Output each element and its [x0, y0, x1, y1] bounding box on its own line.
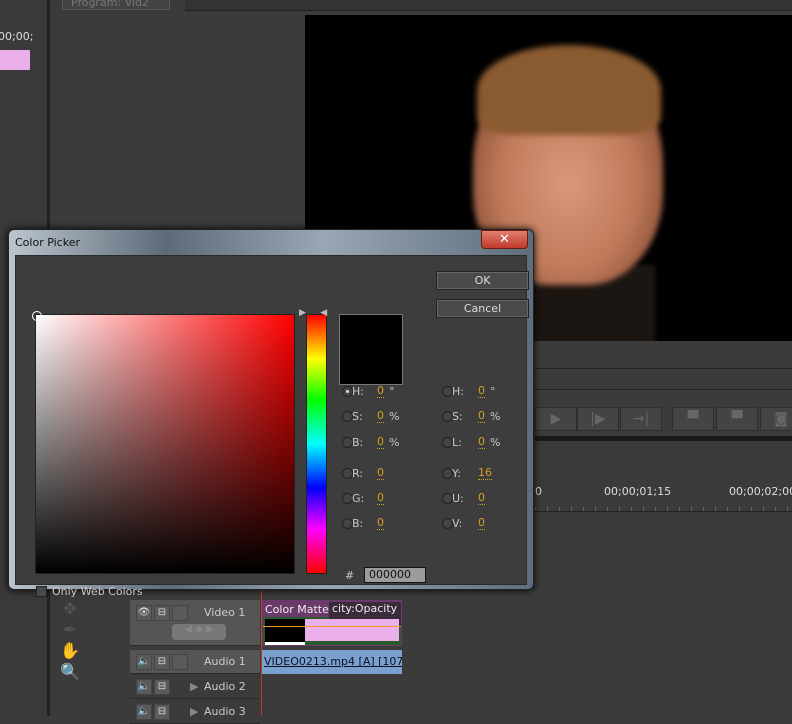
sync-lock-icon[interactable]: ⊟: [154, 704, 170, 720]
color-picker-dialog: Color Picker ✕ ▶ ◀ OK Cancel H: 0 ° S: 0% B: 0…: [8, 229, 534, 598]
track-audio-2[interactable]: 🔈 ⊟ ▶ Audio 2: [130, 675, 260, 699]
keyframe-nav[interactable]: ◀ ◆ ▶: [172, 624, 226, 640]
time-ruler[interactable]: [535, 500, 792, 512]
expand-icon[interactable]: ▶: [190, 680, 198, 693]
left-timecode[interactable]: 00;00;: [0, 30, 33, 43]
field-value[interactable]: 16: [478, 467, 492, 480]
field-value[interactable]: 0: [377, 467, 384, 480]
speaker-icon[interactable]: 🔈: [136, 654, 152, 670]
field-unit: °: [490, 385, 496, 398]
hue-slider-handle[interactable]: ▶ ◀: [299, 308, 327, 318]
only-web-colors-label[interactable]: Only Web Colors: [52, 585, 143, 598]
field-label: L:: [452, 436, 462, 449]
play-button[interactable]: ▶: [535, 407, 577, 431]
saturation-brightness-field[interactable]: [32, 311, 295, 574]
monitor-ruler[interactable]: [535, 368, 792, 390]
eye-icon[interactable]: 👁: [136, 605, 152, 621]
field-unit: %: [490, 410, 501, 423]
field-unit: %: [389, 410, 400, 423]
left-clip[interactable]: [0, 50, 30, 70]
field-label: R:: [352, 467, 364, 480]
field-value[interactable]: 0: [377, 410, 384, 423]
track-name: Audio 1: [204, 655, 246, 668]
field-label: Y:: [452, 467, 461, 480]
field-label: U:: [452, 492, 464, 505]
track-lock-icon[interactable]: [172, 605, 188, 621]
clip-audio[interactable]: VIDEO0213.mp4 [A] [1070°: [262, 650, 402, 674]
field-label: G:: [352, 492, 365, 505]
opacity-line[interactable]: [263, 626, 401, 627]
ruler-label: 00;00;01;15: [604, 485, 672, 498]
field-label: S:: [352, 410, 363, 423]
go-to-out-button[interactable]: →|: [620, 407, 662, 431]
field-value[interactable]: 0: [377, 517, 384, 530]
ruler-label: 0: [535, 485, 542, 498]
only-web-colors-checkbox[interactable]: [36, 586, 47, 597]
field-label: V:: [452, 517, 463, 530]
ruler-label: 00;00;02;00: [729, 485, 792, 498]
field-value[interactable]: 0: [478, 410, 485, 423]
field-unit: °: [389, 385, 395, 398]
field-value[interactable]: 0: [478, 436, 485, 449]
clip-color-matte[interactable]: Color Matte city:Opacity ▾: [262, 600, 402, 646]
track-audio-1[interactable]: 🔈 ⊟ Audio 1: [130, 650, 260, 674]
hue-slider[interactable]: [306, 314, 327, 574]
sync-lock-icon[interactable]: ⊟: [154, 654, 170, 670]
speaker-icon[interactable]: 🔈: [136, 704, 152, 720]
monitor-divider: [535, 436, 792, 441]
clip-name: VIDEO0213.mp4 [A] [1070°: [264, 655, 402, 668]
clip-name: Color Matte: [265, 603, 329, 616]
lift-button[interactable]: ▀: [672, 407, 714, 431]
track-video-1[interactable]: 👁 ⊟ Video 1 ◀ ◆ ▶: [130, 600, 260, 646]
track-name: Audio 3: [204, 705, 246, 718]
field-value[interactable]: 0: [377, 492, 384, 505]
field-value[interactable]: 0: [377, 385, 384, 398]
track-lock-icon[interactable]: [172, 654, 188, 670]
speaker-icon[interactable]: 🔈: [136, 679, 152, 695]
tab-program[interactable]: Program: Vid2: [62, 0, 170, 10]
monitor-topbar: [185, 0, 792, 11]
clip-fill: [305, 619, 399, 641]
export-frame-camera-icon[interactable]: ◙: [760, 407, 792, 431]
extract-button[interactable]: ▀: [716, 407, 758, 431]
hex-label: #: [345, 569, 355, 582]
close-button[interactable]: ✕: [481, 230, 528, 249]
clip-thumbnail: [265, 619, 305, 645]
field-label: H:: [452, 385, 464, 398]
ok-button[interactable]: OK: [436, 271, 529, 290]
track-name: Video 1: [204, 606, 246, 619]
video-frame-hair: [477, 45, 661, 135]
track-name: Audio 2: [204, 680, 246, 693]
field-label: S:: [452, 410, 463, 423]
dialog-title: Color Picker: [15, 236, 80, 249]
cancel-button[interactable]: Cancel: [436, 299, 529, 318]
field-label: B:: [352, 517, 364, 530]
field-unit: %: [490, 436, 501, 449]
dialog-body: ▶ ◀ OK Cancel H: 0 ° S: 0% B: 0% R: 0 G: 0 B: 0 H: 0 ° S…: [15, 255, 529, 598]
hex-input[interactable]: 000000: [364, 567, 426, 583]
field-label: B:: [352, 436, 364, 449]
field-value[interactable]: 0: [478, 517, 485, 530]
field-value[interactable]: 0: [478, 492, 485, 505]
tools-panel: ✥ ✒ ✋ 🔍: [60, 599, 80, 681]
field-unit: %: [389, 436, 400, 449]
field-label: H:: [352, 385, 364, 398]
track-audio-3[interactable]: 🔈 ⊟ ▶ Audio 3: [130, 700, 260, 724]
expand-icon[interactable]: ▶: [190, 705, 198, 718]
sync-lock-icon[interactable]: ⊟: [154, 605, 170, 621]
color-swatch: [339, 314, 403, 385]
step-forward-button[interactable]: |▶: [577, 407, 619, 431]
field-value[interactable]: 0: [478, 385, 485, 398]
sync-lock-icon[interactable]: ⊟: [154, 679, 170, 695]
field-value[interactable]: 0: [377, 436, 384, 449]
